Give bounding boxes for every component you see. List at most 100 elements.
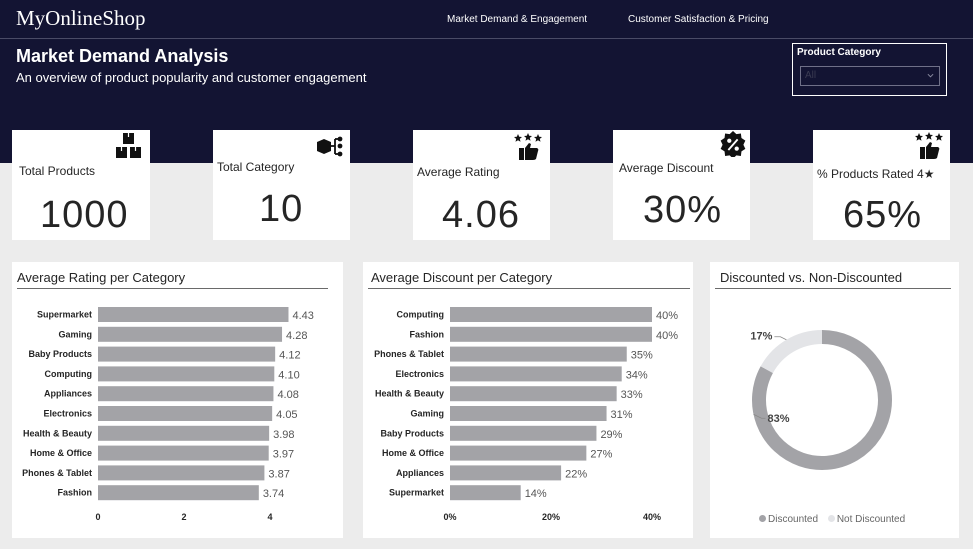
- kpi-card-total-category: Total Category 10: [213, 130, 350, 240]
- bar: [450, 465, 562, 481]
- data-label: 27%: [590, 449, 612, 461]
- category-label: Electronics: [43, 409, 92, 419]
- average-discount-bar-chart: Computing 40% Fashion 40% Phones & Tablet 35%…: [374, 307, 678, 522]
- category-label: Phones & Tablet: [374, 349, 444, 359]
- category-tree-icon: [317, 136, 343, 157]
- data-label: 3.74: [263, 488, 284, 500]
- category-label: Gaming: [58, 329, 92, 339]
- bar: [450, 485, 521, 501]
- kpi-label: % Products Rated 4★: [817, 167, 935, 181]
- kpi-value: 1000: [40, 194, 129, 236]
- category-label: Health & Beauty: [375, 389, 444, 399]
- data-label: 4.05: [276, 409, 297, 421]
- category-dropdown[interactable]: All: [800, 66, 940, 86]
- bar: [450, 307, 652, 322]
- bar: [450, 386, 617, 402]
- bar: [450, 445, 587, 461]
- category-label: Health & Beauty: [23, 428, 92, 438]
- data-label: 4.10: [278, 369, 299, 381]
- legend-swatch: [827, 515, 835, 522]
- data-label: 29%: [600, 429, 622, 441]
- axis-tick-label: 0: [95, 512, 100, 522]
- kpi-label: Average Rating: [417, 165, 500, 179]
- kpi-value: 30%: [643, 189, 723, 231]
- category-label: Appliances: [44, 389, 92, 399]
- bar: [450, 406, 607, 421]
- legend-label: Not Discounted: [836, 514, 906, 525]
- category-label: Phones & Tablet: [22, 468, 92, 478]
- kpi-card-products-rated-4: % Products Rated 4★ 65%: [813, 130, 950, 240]
- data-label: 40%: [656, 310, 678, 322]
- data-label: 3.87: [268, 468, 289, 480]
- panel-discounted-split: Discounted vs. Non-Discounted 83% 17% Dis…: [710, 262, 959, 538]
- axis-tick-label: 2: [181, 512, 186, 522]
- thumbs-up-stars-icon: [915, 132, 943, 159]
- axis-tick-label: 0%: [443, 512, 456, 522]
- category-label: Supermarket: [37, 310, 92, 320]
- data-label: 3.97: [273, 449, 294, 461]
- data-label: 4.08: [277, 389, 298, 401]
- product-category-filter: Product Category All: [792, 43, 947, 96]
- average-rating-bar-chart: Supermarket 4.43 Gaming 4.28 Baby Products 4.…: [22, 307, 314, 522]
- thumbs-up-stars-icon: [514, 133, 542, 160]
- data-label: 33%: [621, 389, 643, 401]
- axis-tick-label: 20%: [542, 512, 560, 522]
- chevron-down-icon: [927, 73, 934, 78]
- category-label: Fashion: [409, 329, 444, 339]
- bar: [98, 326, 283, 342]
- legend-swatch: [759, 515, 766, 522]
- data-label: 31%: [611, 409, 633, 421]
- data-label: 4.43: [292, 310, 313, 322]
- data-label: 4.28: [286, 330, 307, 342]
- panel-average-discount: Average Discount per Category Computing 4…: [363, 262, 693, 538]
- category-label: Electronics: [395, 369, 444, 379]
- category-label: Baby Products: [28, 349, 92, 359]
- boxes-icon: [116, 133, 141, 158]
- legend-item-discounted[interactable]: Discounted: [759, 514, 818, 525]
- bar: [450, 346, 627, 362]
- category-label: Computing: [45, 369, 93, 379]
- data-label: 17%: [750, 331, 772, 343]
- kpi-value: 4.06: [442, 194, 520, 236]
- bar: [450, 425, 597, 441]
- page-subtitle: An overview of product popularity and cu…: [16, 70, 367, 85]
- bar: [98, 346, 276, 362]
- discount-badge-icon: [720, 131, 746, 157]
- top-navigation-bar: MyOnlineShop Market Demand & Engagement …: [0, 0, 973, 39]
- kpi-label: Average Discount: [619, 161, 714, 175]
- bar: [450, 366, 622, 382]
- page-title: Market Demand Analysis: [16, 46, 229, 66]
- kpi-label: Total Products: [19, 164, 96, 178]
- nav-market-demand[interactable]: Market Demand & Engagement: [447, 14, 587, 25]
- category-label: Home & Office: [382, 448, 444, 458]
- bar: [98, 425, 270, 441]
- data-label: 34%: [626, 369, 648, 381]
- data-label: 14%: [525, 488, 547, 500]
- kpi-card-average-rating: Average Rating 4.06: [413, 130, 550, 240]
- bar: [98, 307, 289, 322]
- bar: [98, 445, 269, 461]
- discounted-donut-chart: 83% 17%: [750, 330, 892, 470]
- category-label: Supermarket: [389, 488, 444, 498]
- logo: MyOnlineShop: [16, 6, 146, 30]
- category-label: Gaming: [410, 409, 444, 419]
- leader-line: [774, 336, 787, 341]
- bar: [98, 366, 275, 382]
- nav-customer-satisfaction[interactable]: Customer Satisfaction & Pricing: [628, 14, 769, 25]
- category-label: Baby Products: [380, 428, 444, 438]
- kpi-card-total-products: Total Products 1000: [12, 130, 150, 240]
- bar: [450, 326, 652, 342]
- category-label: Home & Office: [30, 448, 92, 458]
- legend-item-not-discounted[interactable]: Not Discounted: [827, 514, 906, 525]
- bar: [98, 485, 259, 501]
- data-label: 40%: [656, 330, 678, 342]
- kpi-card-average-discount: Average Discount 30%: [613, 130, 750, 240]
- category-label: Computing: [397, 310, 445, 320]
- category-label: Fashion: [57, 488, 92, 498]
- bar: [98, 406, 273, 421]
- donut-legend: Discounted Not Discounted: [759, 514, 905, 525]
- panel-average-rating: Average Rating per Category Supermarket 4…: [12, 262, 343, 538]
- category-label: Appliances: [396, 468, 444, 478]
- filter-label: Product Category: [797, 47, 881, 58]
- bar: [98, 465, 265, 481]
